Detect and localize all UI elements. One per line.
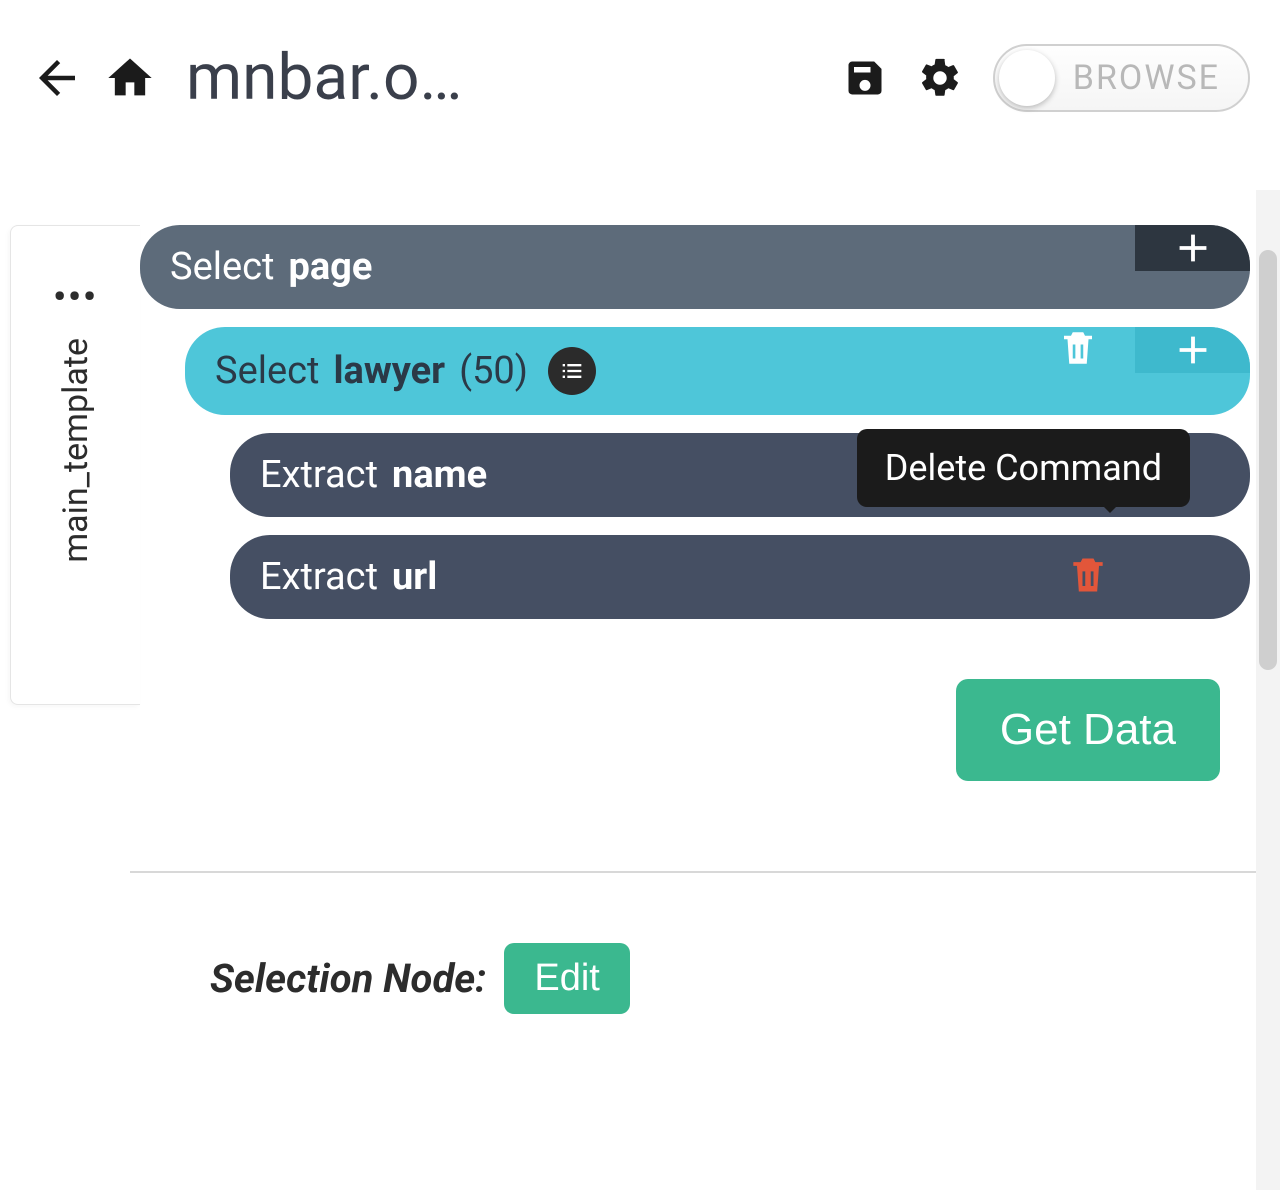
command-target: url (392, 555, 437, 599)
toggle-label: BROWSE (1073, 58, 1220, 98)
scrollbar[interactable] (1256, 190, 1280, 1190)
command-select-lawyer[interactable]: Select lawyer (50) (185, 327, 1250, 415)
add-button[interactable] (1135, 225, 1250, 271)
divider (130, 871, 1280, 873)
delete-button[interactable] (1020, 327, 1135, 369)
trash-icon (1057, 327, 1099, 369)
more-icon[interactable]: ••• (53, 276, 98, 318)
list-icon (558, 357, 586, 385)
toolbar: mnbar.o… BROWSE (0, 0, 1280, 155)
command-action: Extract (260, 453, 378, 497)
command-target: page (288, 245, 372, 289)
delete-tooltip: Delete Command (857, 429, 1190, 507)
main-area: ••• main_template Select page Select law… (0, 225, 1280, 781)
command-list: Select page Select lawyer (50) (140, 225, 1280, 781)
scrollbar-thumb[interactable] (1259, 250, 1277, 670)
save-button[interactable] (843, 56, 887, 100)
add-button[interactable] (1135, 327, 1250, 373)
home-icon (104, 52, 156, 104)
plus-icon (1170, 225, 1216, 271)
command-target: name (392, 453, 487, 497)
save-icon (843, 56, 887, 100)
command-action: Select (170, 245, 274, 289)
command-select-page[interactable]: Select page (140, 225, 1250, 309)
page-title: mnbar.o… (186, 40, 823, 115)
gear-icon (917, 55, 963, 101)
get-data-button[interactable]: Get Data (956, 679, 1220, 781)
template-tab[interactable]: ••• main_template (10, 225, 140, 705)
edit-button[interactable]: Edit (504, 943, 629, 1014)
command-label: Select lawyer (50) (185, 327, 1020, 415)
template-tab-label: main_template (56, 338, 96, 563)
command-action: Select (215, 349, 319, 393)
get-data-wrap: Get Data (140, 679, 1250, 781)
home-button[interactable] (104, 52, 156, 104)
selection-node-row: Selection Node: Edit (210, 943, 1280, 1014)
selection-node-label: Selection Node: (210, 955, 486, 1002)
settings-button[interactable] (917, 55, 963, 101)
browse-toggle[interactable]: BROWSE (993, 44, 1250, 112)
arrow-left-icon (30, 51, 84, 105)
delete-button[interactable] (1066, 553, 1110, 601)
command-label: Select page (140, 225, 1135, 309)
command-count: (50) (459, 349, 528, 393)
toolbar-right: BROWSE (843, 44, 1250, 112)
trash-icon (1066, 553, 1110, 597)
command-action: Extract (260, 555, 378, 599)
command-target: lawyer (333, 349, 445, 393)
toggle-knob (999, 50, 1055, 106)
plus-icon (1170, 327, 1216, 373)
command-extract-url[interactable]: Extract url (230, 535, 1250, 619)
back-button[interactable] (30, 51, 84, 105)
list-badge[interactable] (548, 347, 596, 395)
